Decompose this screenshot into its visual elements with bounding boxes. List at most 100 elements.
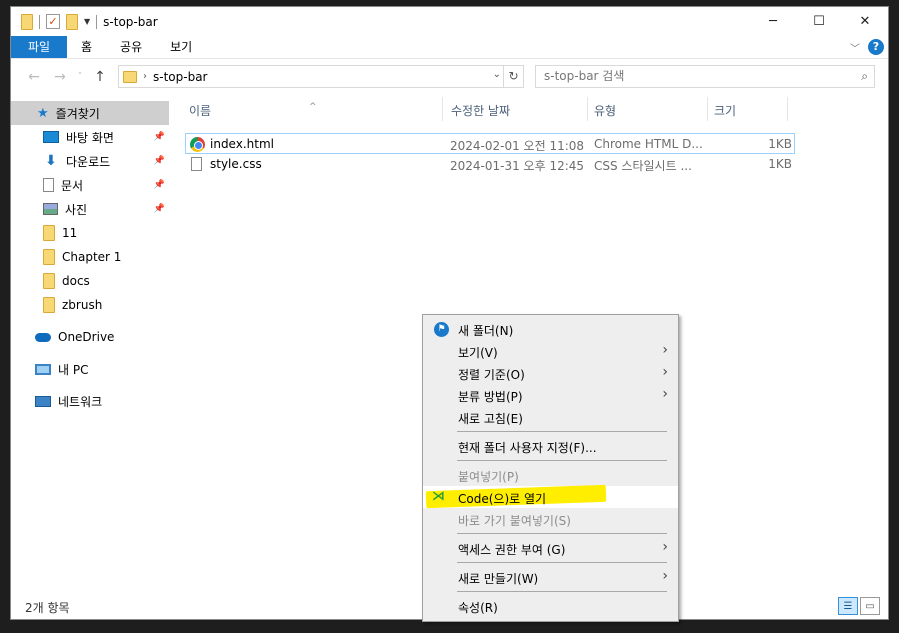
sidebar-item-network[interactable]: 네트워크 [11,389,169,413]
properties-icon[interactable]: ✓ [46,14,60,29]
menu-item-view[interactable]: 보기(V) › [423,340,678,362]
address-bar[interactable]: › s-top-bar ⌄ ↻ [118,65,524,88]
chrome-icon [190,137,205,152]
column-header-name[interactable]: 이름 [189,102,211,119]
menu-item-refresh[interactable]: 새로 고침(E) [423,406,678,428]
minimize-button[interactable]: ─ [750,7,796,36]
menu-separator [457,460,667,461]
menu-separator [457,533,667,534]
sidebar-item-pictures[interactable]: 사진 📌 [11,197,169,221]
context-menu: ⚑ 새 폴더(N) 보기(V) › 정렬 기준(O) › 분류 방법(P) › … [422,314,679,622]
recent-locations-icon[interactable]: ˅ [73,72,87,82]
expand-ribbon-icon[interactable]: ﹀ [850,40,860,55]
pin-icon[interactable]: 📌 [154,156,165,166]
menu-item-sort-by[interactable]: 정렬 기준(O) › [423,362,678,384]
search-input[interactable]: s-top-bar 검색 ⌕ [535,65,875,88]
sidebar-item-zbrush[interactable]: zbrush [11,293,169,317]
pin-icon[interactable]: 📌 [154,132,165,142]
menu-item-label: 정렬 기준(O) [458,368,525,382]
column-divider[interactable] [707,97,708,121]
file-name: style.css [210,157,262,171]
submenu-arrow-icon: › [662,539,668,555]
address-path[interactable]: s-top-bar [153,70,207,84]
tab-file[interactable]: 파일 [11,36,67,58]
cloud-icon [35,332,51,342]
submenu-arrow-icon: › [662,342,668,358]
tab-home[interactable]: 홈 [67,36,106,58]
folder-icon [43,225,55,241]
menu-item-label: 새로 고침(E) [458,412,523,426]
vscode-icon: ⋊ [432,489,445,504]
menu-item-open-with-code[interactable]: ⋊ Code(으)로 열기 [423,484,678,509]
menu-item-label: 현재 폴더 사용자 지정(F)... [458,441,597,455]
menu-item-customize-folder[interactable]: 현재 폴더 사용자 지정(F)... [423,435,678,457]
window-title: s-top-bar [103,14,158,29]
menu-item-paste-shortcut[interactable]: 바로 가기 붙여넣기(S) [423,508,678,530]
download-icon: ⬇ [45,153,57,169]
large-icons-view-icon[interactable]: ▭ [860,597,880,615]
sidebar-item-label: 다운로드 [66,154,111,169]
submenu-arrow-icon: › [662,386,668,402]
menu-separator [457,562,667,563]
desktop-icon [43,131,59,143]
sidebar-item-label: Chapter 1 [62,250,122,264]
new-folder-icon[interactable] [66,13,78,30]
sidebar-item-label: 내 PC [58,362,89,377]
file-name: index.html [210,137,274,151]
tab-share[interactable]: 공유 [106,36,156,58]
sidebar-item-label: OneDrive [58,330,115,344]
menu-item-label: 새 폴더(N) [458,324,514,338]
search-icon: ⌕ [861,69,868,83]
help-icon[interactable]: ? [868,39,884,55]
up-button[interactable]: ↑ [87,69,113,85]
column-divider[interactable] [587,97,588,121]
forward-button[interactable]: → [47,69,73,85]
sidebar-item-docs[interactable]: docs [11,269,169,293]
sidebar-item-label: 즐겨찾기 [55,106,100,121]
tab-view[interactable]: 보기 [156,36,206,58]
folder-icon [43,297,55,313]
css-file-icon [191,157,202,171]
column-header-modified[interactable]: 수정한 날짜 [451,102,510,119]
address-dropdown-icon[interactable]: ⌄ [493,69,501,80]
file-type: CSS 스타일시트 ... [594,159,692,173]
menu-item-label: Code(으)로 열기 [458,492,547,506]
menu-item-group-by[interactable]: 분류 방법(P) › [423,384,678,406]
file-type: Chrome HTML D... [594,137,703,151]
back-button[interactable]: ← [21,69,47,85]
divider [96,14,98,29]
sidebar-item-documents[interactable]: 문서 📌 [11,173,169,197]
sidebar-item-this-pc[interactable]: 내 PC [11,357,169,381]
file-row[interactable]: index.html 2024-02-01 오전 11:08 Chrome HT… [185,133,795,154]
menu-item-new-folder[interactable]: ⚑ 새 폴더(N) [423,318,678,340]
sidebar-item-downloads[interactable]: ⬇ 다운로드 📌 [11,149,169,173]
pin-icon[interactable]: 📌 [154,204,165,214]
sidebar-item-quick-access[interactable]: ★ 즐겨찾기 [11,101,169,125]
sidebar-item-11[interactable]: 11 [11,221,169,245]
sidebar-item-label: 문서 [61,178,84,193]
breadcrumb-separator-icon[interactable]: › [143,71,147,82]
sidebar-item-desktop[interactable]: 바탕 화면 📌 [11,125,169,149]
file-modified: 2024-02-01 오전 11:08 [450,139,585,153]
network-icon [35,395,51,407]
menu-item-new[interactable]: 새로 만들기(W) › [423,566,678,588]
sidebar-item-chapter-1[interactable]: Chapter 1 [11,245,169,269]
maximize-button[interactable]: ☐ [796,7,842,36]
sidebar-item-onedrive[interactable]: OneDrive [11,325,169,349]
sidebar-item-label: zbrush [62,298,103,312]
menu-item-properties[interactable]: 속성(R) [423,595,678,617]
menu-item-give-access[interactable]: 액세스 권한 부여 (G) › [423,537,678,559]
column-divider[interactable] [787,97,788,121]
close-button[interactable]: ✕ [842,7,888,36]
column-header-type[interactable]: 유형 [594,102,616,119]
column-divider[interactable] [442,97,443,121]
pin-icon[interactable]: 📌 [154,180,165,190]
column-header-size[interactable]: 크기 [714,102,736,119]
refresh-icon[interactable]: ↻ [503,66,523,87]
menu-item-paste[interactable]: 붙여넣기(P) [423,464,678,486]
customize-toolbar-icon[interactable]: ▼ [84,17,90,26]
file-row[interactable]: style.css 2024-01-31 오후 12:45 CSS 스타일시트 … [185,154,795,175]
menu-item-label: 바로 가기 붙여넣기(S) [458,514,571,528]
details-view-icon[interactable]: ☰ [838,597,858,615]
sidebar-item-label: 11 [62,226,78,240]
